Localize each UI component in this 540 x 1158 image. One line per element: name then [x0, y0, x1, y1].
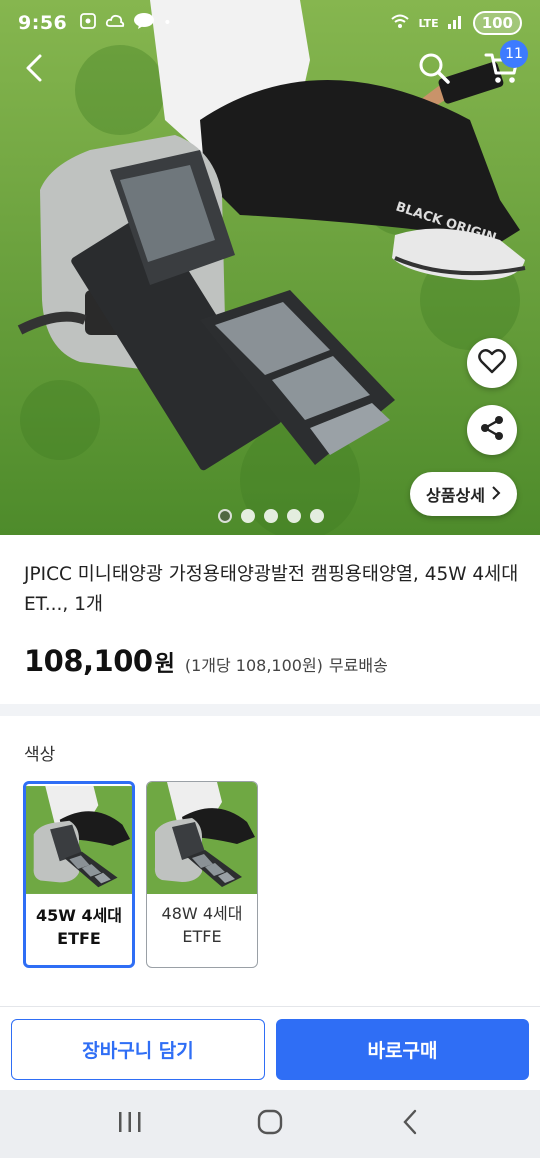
system-back-button[interactable] — [380, 1099, 440, 1149]
status-time: 9:56 — [18, 12, 68, 34]
search-icon — [417, 51, 451, 89]
product-title: JPICC 미니태양광 가정용태양광발전 캠핑용태양열, 45W 4세대 ET.… — [24, 564, 519, 615]
status-bar: 9:56 • LTE 100 — [0, 0, 540, 46]
carousel-dot[interactable] — [287, 509, 301, 523]
signal-icon — [447, 13, 465, 33]
battery-indicator: 100 — [472, 11, 522, 35]
chevron-left-icon — [23, 53, 45, 87]
screenshot-icon — [79, 12, 97, 34]
add-to-cart-button[interactable]: 장바구니 담기 — [11, 1019, 265, 1080]
home-icon — [257, 1109, 283, 1139]
home-button[interactable] — [240, 1099, 300, 1149]
carousel-dot[interactable] — [218, 509, 232, 523]
bottom-action-bar: 장바구니 담기 바로구매 — [0, 1006, 540, 1090]
option-text: 45W 4세대 ETFE — [26, 904, 132, 950]
lte-icon: LTE — [418, 16, 439, 30]
share-icon — [478, 414, 506, 446]
cart-button[interactable]: 11 — [478, 40, 528, 92]
talk-icon — [133, 12, 155, 34]
chevron-right-icon — [491, 485, 501, 504]
system-navigation-bar — [0, 1090, 540, 1158]
like-button[interactable] — [467, 338, 517, 388]
price-currency: 원 — [154, 652, 175, 677]
unit-price: (1개당 108,100원) — [184, 656, 323, 675]
carousel-dot[interactable] — [264, 509, 278, 523]
cloud-icon — [105, 13, 125, 33]
dot-icon: • — [163, 15, 172, 31]
wifi-icon — [390, 13, 410, 33]
option-48w[interactable]: 48W 4세대 ETFE — [146, 781, 258, 968]
status-right-icons: LTE 100 — [390, 11, 522, 35]
heart-icon — [478, 348, 506, 378]
shipping-info: 무료배송 — [328, 656, 388, 675]
recent-apps-button[interactable] — [100, 1099, 160, 1149]
option-45w[interactable]: 45W 4세대 ETFE — [23, 781, 135, 968]
product-image-carousel[interactable]: BLACK ORIGIN 9:56 • LTE 100 11 상품상세 — [0, 0, 540, 535]
cart-count-badge: 11 — [500, 40, 528, 68]
carousel-dots — [218, 509, 324, 523]
section-divider — [0, 704, 540, 716]
product-detail-button[interactable]: 상품상세 — [410, 472, 517, 516]
option-thumbnail — [26, 786, 132, 894]
option-line2: ETFE — [57, 929, 101, 948]
option-line1: 48W 4세대 — [161, 904, 243, 923]
buy-now-button[interactable]: 바로구매 — [276, 1019, 529, 1080]
product-photo: BLACK ORIGIN — [0, 0, 540, 535]
option-thumbnail — [147, 782, 257, 894]
carousel-dot[interactable] — [241, 509, 255, 523]
product-detail-label: 상품상세 — [426, 486, 485, 505]
back-arrow-icon — [401, 1109, 419, 1139]
option-line1: 45W 4세대 — [35, 906, 123, 925]
product-detail-screen: BLACK ORIGIN 9:56 • LTE 100 11 상품상세 JPIC… — [0, 0, 540, 1158]
price-row: 108,100 원 (1개당 108,100원) 무료배송 — [24, 644, 388, 678]
option-line2: ETFE — [182, 927, 222, 946]
share-button[interactable] — [467, 405, 517, 455]
back-button[interactable] — [14, 48, 54, 92]
search-button[interactable] — [412, 48, 456, 92]
carousel-dot[interactable] — [310, 509, 324, 523]
recent-apps-icon — [117, 1111, 143, 1137]
option-text: 48W 4세대 ETFE — [147, 902, 257, 948]
price-value: 108,100 — [24, 644, 153, 678]
option-label: 색상 — [24, 745, 56, 765]
status-left-icons: • — [79, 12, 172, 34]
